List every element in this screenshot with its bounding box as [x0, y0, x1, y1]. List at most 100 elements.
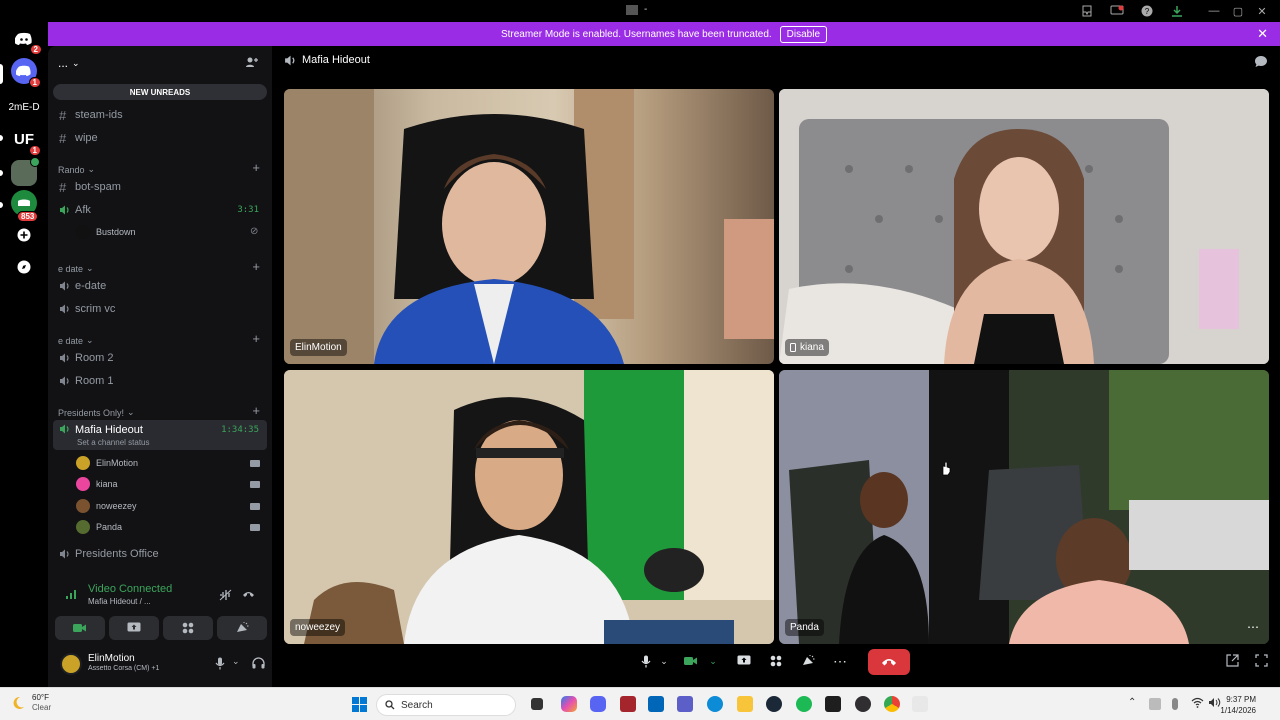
- channel-mafia-hideout[interactable]: Mafia Hideout 1:34:35 Set a channel stat…: [53, 420, 267, 450]
- screen-share-icon[interactable]: [1102, 0, 1132, 22]
- camera-button[interactable]: [676, 649, 706, 673]
- channel-e-date[interactable]: e-date: [53, 276, 267, 296]
- channel-room-1[interactable]: Room 1: [53, 371, 267, 391]
- new-unreads-pill[interactable]: NEW UNREADS: [53, 84, 267, 100]
- add-member-icon[interactable]: [245, 56, 258, 68]
- steam-icon[interactable]: [766, 696, 782, 712]
- user-avatar[interactable]: [60, 653, 82, 675]
- app-red-icon[interactable]: [620, 696, 636, 712]
- channel-wipe[interactable]: # wipe: [53, 128, 267, 148]
- app-pen-icon[interactable]: [912, 696, 928, 712]
- voice-user-bustdown[interactable]: Bustdown: [76, 223, 136, 241]
- inbox-icon[interactable]: [1072, 0, 1102, 22]
- obs-icon[interactable]: [855, 696, 871, 712]
- channel-presidents-office[interactable]: Presidents Office: [53, 544, 267, 564]
- channel-bot-spam[interactable]: # bot-spam: [53, 177, 267, 197]
- discover-icon[interactable]: [11, 254, 37, 280]
- channel-steam-ids[interactable]: # steam-ids: [53, 105, 267, 125]
- server-uf[interactable]: UF 1: [11, 126, 41, 156]
- download-icon[interactable]: [1162, 0, 1192, 22]
- voice-user-noweezey[interactable]: noweezey: [76, 497, 137, 515]
- fullscreen-icon[interactable]: [1255, 654, 1268, 667]
- discord-dm-avatar[interactable]: 1: [11, 58, 41, 88]
- channel-status[interactable]: Set a channel status: [77, 438, 150, 447]
- tray-mic-icon[interactable]: [1172, 698, 1178, 710]
- discord-taskbar-icon[interactable]: [590, 696, 606, 712]
- disconnect-icon[interactable]: [242, 589, 255, 599]
- category-rando[interactable]: Rando ⌄: [58, 164, 95, 175]
- maximize-icon[interactable]: ▢: [1226, 0, 1250, 22]
- server-photo[interactable]: [11, 157, 40, 186]
- voice-user-kiana[interactable]: kiana: [76, 475, 118, 493]
- category-presidents-only[interactable]: Presidents Only! ⌄: [58, 407, 135, 418]
- create-channel-icon[interactable]: +: [252, 160, 260, 175]
- activity-button[interactable]: [760, 649, 792, 673]
- more-options-icon[interactable]: ⋯: [824, 649, 856, 673]
- terminal-icon[interactable]: [825, 696, 841, 712]
- add-server-icon[interactable]: [11, 222, 37, 248]
- channel-scrim-vc[interactable]: scrim vc: [53, 299, 267, 319]
- volume-icon[interactable]: [1208, 697, 1221, 708]
- chrome-icon[interactable]: [884, 696, 900, 712]
- soundboard-button[interactable]: [792, 649, 824, 673]
- activities-button[interactable]: [163, 616, 213, 640]
- voice-status-subtitle[interactable]: Mafia Hideout / ...: [88, 597, 151, 606]
- video-tile-noweezey[interactable]: noweezey: [284, 370, 774, 644]
- chat-icon[interactable]: [1254, 55, 1268, 68]
- weather-widget[interactable]: 60°F Clear: [10, 693, 51, 713]
- microphone-button[interactable]: [636, 649, 656, 673]
- store-icon[interactable]: [648, 696, 664, 712]
- camera-chevron-icon[interactable]: ⌄: [706, 649, 720, 673]
- minimize-icon[interactable]: —: [1202, 0, 1226, 22]
- camera-toggle-button[interactable]: [55, 616, 105, 640]
- spotify-icon[interactable]: [796, 696, 812, 712]
- channel-room-2[interactable]: Room 2: [53, 348, 267, 368]
- share-screen-button[interactable]: [728, 649, 760, 673]
- taskbar-search[interactable]: Search: [376, 694, 516, 716]
- headphones-icon[interactable]: [252, 657, 265, 669]
- disable-button[interactable]: Disable: [779, 25, 828, 43]
- noise-suppression-icon[interactable]: [219, 589, 232, 601]
- mic-options-chevron-icon[interactable]: ⌄: [232, 656, 240, 667]
- file-explorer-icon[interactable]: [737, 696, 753, 712]
- category-e-date-1[interactable]: e date ⌄: [58, 263, 94, 274]
- window-title: -: [626, 4, 647, 15]
- video-tile-elinmotion[interactable]: ElinMotion: [284, 89, 774, 364]
- video-tile-panda[interactable]: Panda ⋯: [779, 370, 1269, 644]
- category-e-date-2[interactable]: e date ⌄: [58, 335, 94, 346]
- create-channel-icon[interactable]: +: [252, 331, 260, 346]
- create-channel-icon[interactable]: +: [252, 403, 260, 418]
- copilot-icon[interactable]: [561, 696, 577, 712]
- tile-more-icon[interactable]: ⋯: [1247, 620, 1259, 634]
- server-2me-d[interactable]: 2mE-D: [0, 102, 48, 113]
- tray-chevron-icon[interactable]: ⌃: [1128, 697, 1136, 708]
- task-view-icon[interactable]: [531, 698, 543, 710]
- wifi-icon[interactable]: [1191, 697, 1204, 708]
- screen-share-button[interactable]: [109, 616, 159, 640]
- soundboard-button[interactable]: [217, 616, 267, 640]
- edge-icon[interactable]: [707, 696, 723, 712]
- hang-up-button[interactable]: [868, 649, 910, 675]
- voice-status-title[interactable]: Video Connected: [88, 583, 172, 595]
- help-icon[interactable]: ?: [1132, 0, 1162, 22]
- tray-app-icon[interactable]: [1149, 698, 1161, 710]
- pop-out-icon[interactable]: [1226, 654, 1239, 667]
- username[interactable]: ElinMotion: [88, 653, 135, 664]
- server-header[interactable]: ... ⌄: [48, 46, 272, 80]
- create-channel-icon[interactable]: +: [252, 259, 260, 274]
- channel-afk[interactable]: Afk 3:31: [53, 200, 267, 220]
- voice-user-panda[interactable]: Panda: [76, 518, 122, 536]
- close-icon[interactable]: ✕: [1250, 0, 1274, 22]
- call-title: Mafia Hideout: [302, 54, 370, 66]
- discord-home-icon[interactable]: 2: [11, 26, 42, 55]
- mic-chevron-icon[interactable]: ⌄: [656, 649, 672, 673]
- voice-user-elinmotion[interactable]: ElinMotion: [76, 454, 138, 472]
- windows-start-icon[interactable]: [352, 697, 367, 712]
- banner-close-icon[interactable]: ✕: [1257, 26, 1268, 42]
- system-clock[interactable]: 9:37 PM 1/14/2026: [1220, 694, 1256, 716]
- app-thumbnail-icon: [626, 4, 638, 15]
- microphone-icon[interactable]: [215, 657, 225, 670]
- video-tile-kiana[interactable]: kiana: [779, 89, 1269, 364]
- server-green[interactable]: 853: [11, 190, 39, 222]
- teams-icon[interactable]: [677, 696, 693, 712]
